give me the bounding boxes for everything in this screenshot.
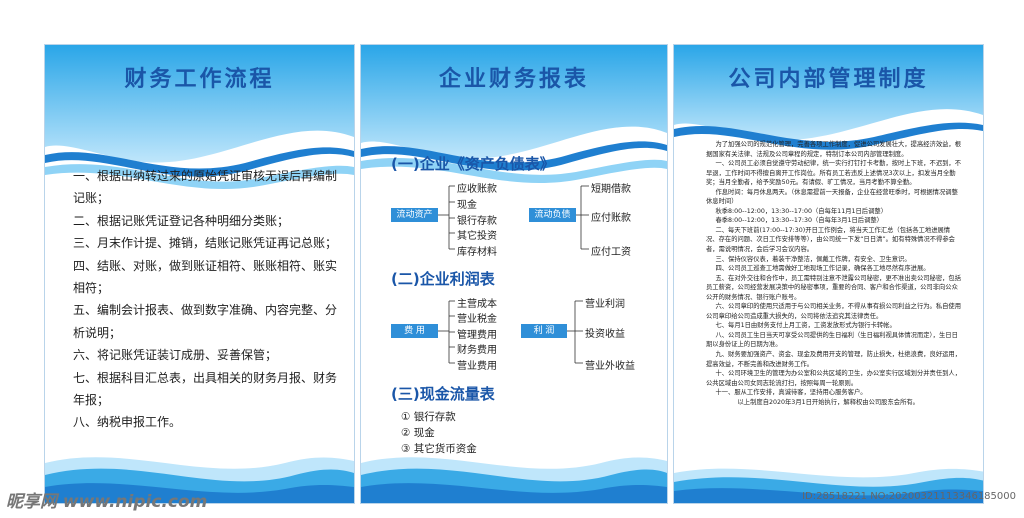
board-title: 财务工作流程 [124,66,275,92]
board-financial-statements: 企业财务报表 (一)企业《资产负债表》 流动资产 应收账款 现金 银行存款 其它… [360,44,668,504]
asset-item: 其它投资 [457,231,497,242]
rule-paragraph: 以上制度自2020年3月1日开始执行，解释权由公司股东会所有。 [737,398,919,406]
expense-item: 营业税金 [457,314,497,325]
workflow-list: 一、根据出纳转过来的原始凭证审核无误后再编制记账； 二、根据记账凭证登记各种明细… [73,165,343,434]
rule-paragraph: 七、每月1日由财务支付上月工资，工资发放形式为银行卡转帐。 [715,322,896,330]
bottom-wave-decoration [361,457,667,503]
board-financial-workflow: 财务工作流程 一、根据出纳转过来的原始凭证审核无误后再编制记账； 二、根据记账凭… [44,44,355,504]
section-balance-sheet: (一)企业《资产负债表》 [391,155,555,173]
rule-paragraph: 为了加强公司的规范化管理，完善各项工作制度，促进公司发展壮大，提高经济效益，根据… [706,141,962,158]
asset-item: 库存材料 [457,247,497,258]
expense-item: 财务费用 [457,345,497,356]
rule-paragraph: 一、公司员工必须自觉遵守劳动纪律，统一实行打钉打卡考勤，按时上下班，不迟到，不早… [706,160,962,187]
rule-paragraph: 春季8:00--12:00，13:30--17:30（自每年3月1日后调整） [715,217,883,225]
list-item: 四、结账、对账，做到账证相符、账账相符、账实相符； [73,258,338,296]
board-internal-management: 公司内部管理制度 为了加强公司的规范化管理，完善各项工作制度，促进公司发展壮大，… [673,44,984,504]
watermark-id: ID:28518221 NO:20200321113346185000 [802,491,1016,502]
rules-text: 为了加强公司的规范化管理，完善各项工作制度，促进公司发展壮大，提高经济效益，根据… [706,140,962,407]
list-item: 一、根据出纳转过来的原始凭证审核无误后再编制记账； [73,169,338,206]
liability-item: 应付账款 [591,213,631,224]
asset-item: 现金 [457,200,477,211]
asset-item: 银行存款 [457,216,497,227]
liability-item: 应付工资 [591,247,631,258]
liability-item: 短期借款 [591,184,631,195]
rule-paragraph: 十、公司环境卫生的管理为办公室和公共区域的卫生，办公室实行区域划分并责任到人，公… [706,370,962,387]
asset-item: 应收账款 [457,184,497,195]
list-item: 五、编制会计报表、做到数字准确、内容完整、分析说明； [73,303,338,340]
list-item: 七、根据科目汇总表，出具相关的财务月报、财务年报； [73,370,338,408]
expense-item: 管理费用 [457,330,497,341]
rule-paragraph: 六、公司章印的使用只适用于与公司相关业务，不得从事有损公司利益之行为。私自使用公… [706,303,962,320]
rule-paragraph: 九、财务要加强资产、资金、现金及费用开支的管理，防止损失，杜绝浪费，良好运用，提… [706,351,962,368]
tag-current-assets: 流动资产 [391,208,438,222]
rule-paragraph: 三、保持仪容仪表，着装干净整洁，佩戴工作牌，有安全、卫生意识。 [715,255,911,263]
watermark-logo: 昵享网 www.nipic.com [6,492,208,512]
tag-profit: 利 润 [521,324,567,338]
section-cash-flow: (三)现金流量表 [391,385,495,403]
profit-item: 投资收益 [585,329,625,340]
profit-item: 营业利润 [585,299,625,310]
list-item: 二、根据记账凭证登记各种明细分类账； [73,213,290,228]
tag-current-liabilities: 流动负债 [529,208,576,222]
rule-paragraph: 秋季8:00--12:00，13:30--17:00（自每年11月1日后调整） [715,207,887,215]
rule-paragraph: 五、在对外交往和合作中，员工需特别注意不泄露公司秘密，更不准出卖公司秘密，包括员… [706,274,962,301]
rule-paragraph: 作息时间：每月休息两天。（休息需提前一天报备，企业在经营旺季时，可根据情况调整休… [706,188,958,206]
rule-paragraph: 四、公司员工巡查工地需做好工地现场工作记录，确保各工地尽然有序进展。 [715,265,930,273]
profit-item: 营业外收益 [585,361,635,372]
board-title: 公司内部管理制度 [728,66,929,92]
cash-item: ① 银行存款 [401,411,456,423]
expense-item: 营业费用 [457,361,497,372]
list-item: 六、将记账凭证装订成册、妥善保管； [73,348,278,363]
expense-item: 主营成本 [457,299,497,310]
rule-paragraph: 八、公司员工生日当天可享受公司提供的生日福利（生日福利视具体情况而定），生日日期… [706,331,958,349]
rule-paragraph: 十一、服从工作安排，真诚待客，坚持用心服务客户。 [715,389,867,397]
list-item: 三、月末作计提、摊销，结账记账凭证再记总账； [73,236,338,251]
rule-paragraph: 二、每天下班前(17:00--17:30)开日工作例会，将当天工作汇总（包括各工… [706,226,955,254]
tag-expenses: 费 用 [391,324,438,338]
section-income-statement: (二)企业利润表 [391,270,495,288]
